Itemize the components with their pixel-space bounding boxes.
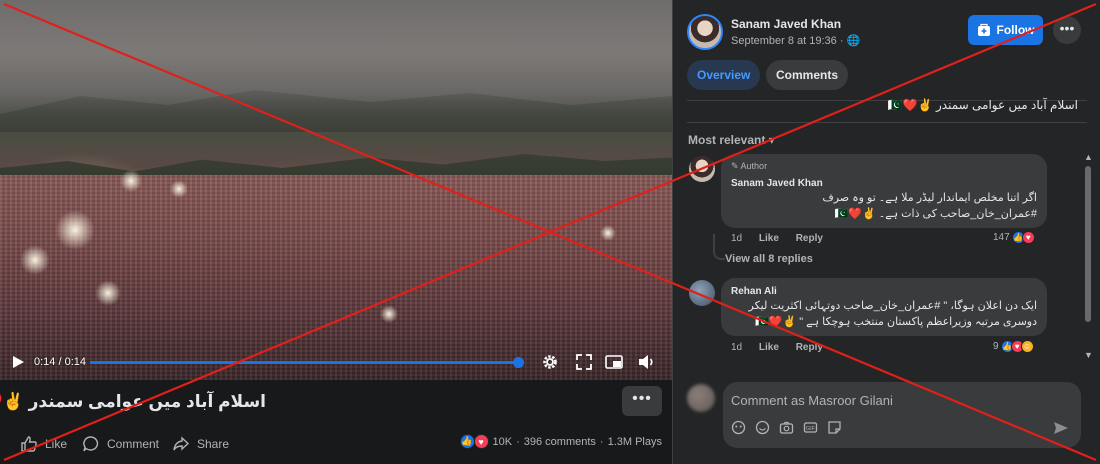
emoji-icon[interactable]: [755, 420, 770, 435]
current-user-avatar: [687, 384, 715, 412]
video-scene-light: [120, 170, 142, 192]
like-reaction-icon: 👍: [459, 434, 475, 449]
svg-text:GIF: GIF: [806, 426, 816, 432]
tab-comments[interactable]: Comments: [766, 60, 849, 90]
comment-line: اگر اتنا مخلص ایماندار لیڈر ملا ہے۔ تو و…: [822, 192, 1037, 204]
comment-like-button[interactable]: Like: [759, 342, 779, 353]
video-scene-light: [380, 305, 398, 323]
comment-bubble: ✎ Author Sanam Javed Khan اگر اتنا مخلص …: [721, 154, 1047, 228]
gif-icon[interactable]: GIF: [803, 420, 818, 435]
comment-time[interactable]: 1d: [731, 233, 742, 244]
video-time: 0:14 / 0:14: [34, 356, 86, 368]
comment-line: دوسری مرتبہ وزیراعظم پاکستان منتخب ہوچکا…: [755, 316, 1037, 328]
view-replies-link[interactable]: View all 8 replies: [725, 253, 813, 265]
comment-text: اگر اتنا مخلص ایماندار لیڈر ملا ہے۔ تو و…: [737, 190, 1037, 222]
divider: [687, 122, 1087, 123]
post-text: اسلام آباد میں عوامی سمندر ✌️❤️🇵🇰: [887, 98, 1078, 112]
picture-in-picture-icon[interactable]: [604, 352, 624, 372]
tab-overview[interactable]: Overview: [687, 60, 761, 90]
video-scene-light: [55, 210, 95, 250]
comment-actions: 1d Like Reply: [731, 342, 837, 353]
share-label: Share: [197, 437, 230, 451]
comment-author[interactable]: Rehan Ali: [731, 286, 777, 297]
play-icon[interactable]: [10, 354, 26, 370]
video-caption: اسلام آباد میں عوامی سمندر ✌️♥️PK: [0, 392, 266, 411]
comment-bubble-icon: [83, 436, 99, 452]
follow-page-icon: [977, 23, 990, 36]
comment-sort-select[interactable]: Most relevant ▾: [688, 133, 775, 147]
author-badge: ✎ Author: [731, 161, 768, 171]
send-icon[interactable]: [1053, 420, 1069, 436]
video-player[interactable]: 0:14 / 0:14: [0, 0, 672, 380]
follow-label: Follow: [996, 23, 1035, 37]
fullscreen-icon[interactable]: [574, 352, 594, 372]
reply-thread-line: [713, 234, 725, 260]
follow-button[interactable]: Follow: [968, 15, 1043, 45]
video-scene-hills: [0, 90, 672, 132]
video-more-button[interactable]: •••: [622, 386, 662, 416]
share-arrow-icon: [173, 436, 190, 451]
comment-reaction-count: 9: [993, 341, 999, 352]
comments-scrollbar[interactable]: ▲ ▼: [1082, 152, 1094, 364]
comment-composer: GIF: [723, 382, 1081, 448]
comments-list[interactable]: ✎ Author Sanam Javed Khan اگر اتنا مخلص …: [673, 150, 1083, 365]
haha-reaction-icon: ☺: [1020, 340, 1034, 353]
love-reaction-icon: ♥: [473, 434, 489, 449]
video-progress-bar[interactable]: [90, 357, 524, 368]
post-action-row: Like Comment Share 👍 ♥ 10K · 396 comment…: [0, 424, 672, 464]
comment-line: ایک دن اعلان ہوگا، " #عمران_خان_صاحب دوت…: [748, 300, 1037, 312]
post-more-button[interactable]: •••: [1053, 16, 1081, 44]
avatar-sticker-icon[interactable]: [731, 420, 746, 435]
video-progress-handle[interactable]: [513, 357, 524, 368]
comment-count[interactable]: 396 comments: [524, 436, 596, 448]
stats-separator: ·: [599, 435, 604, 448]
camera-icon[interactable]: [779, 420, 794, 435]
scroll-down-icon[interactable]: ▼: [1084, 350, 1093, 360]
like-button[interactable]: Like: [20, 434, 67, 454]
comment-bubble: Rehan Ali ایک دن اعلان ہوگا، " #عمران_خا…: [721, 278, 1047, 336]
comment-reactions[interactable]: 9 👍 ♥ ☺: [993, 340, 1034, 353]
like-label: Like: [45, 437, 68, 451]
reaction-count[interactable]: 10K: [493, 436, 513, 448]
sticker-icon[interactable]: [827, 420, 842, 435]
video-scene-crowd: [0, 175, 672, 380]
video-progress-fill: [90, 361, 518, 364]
comment-time[interactable]: 1d: [731, 342, 742, 353]
comment-like-button[interactable]: Like: [759, 233, 779, 244]
comment-author[interactable]: Sanam Javed Khan: [731, 178, 823, 189]
thumbs-up-icon: [21, 436, 37, 452]
love-reaction-icon: ♥: [1021, 231, 1035, 244]
scroll-up-icon[interactable]: ▲: [1084, 152, 1093, 162]
comment-input[interactable]: [731, 390, 1031, 410]
play-count: 1.3M Plays: [607, 435, 662, 448]
share-button[interactable]: Share: [172, 434, 229, 454]
settings-gear-icon[interactable]: [540, 352, 560, 372]
author-name[interactable]: Sanam Javed Khan: [731, 17, 841, 31]
video-panel: 0:14 / 0:14 اسلام آباد میں عوامی سمندر ✌…: [0, 0, 672, 464]
comment-button[interactable]: Comment: [82, 434, 159, 454]
comment-reaction-count: 147: [993, 232, 1010, 243]
post-stats: 👍 ♥ 10K · 396 comments · 1.3M Plays: [459, 434, 662, 449]
comment-avatar[interactable]: [689, 280, 715, 306]
video-scene-light: [600, 225, 616, 241]
stats-separator: ·: [516, 435, 520, 448]
comment-text: ایک دن اعلان ہوگا، " #عمران_خان_صاحب دوت…: [727, 298, 1037, 330]
comment-reply-button[interactable]: Reply: [796, 233, 823, 244]
comment-line: #عمران_خان_صاحب کی ذات ہے۔ ✌️❤️🇵🇰: [834, 208, 1037, 220]
comment-avatar[interactable]: [689, 156, 715, 182]
video-scene-light: [20, 245, 50, 275]
scrollbar-thumb[interactable]: [1085, 166, 1091, 322]
comment-reactions[interactable]: 147 👍 ♥: [993, 231, 1035, 244]
video-scene-light: [170, 180, 188, 198]
post-timestamp[interactable]: September 8 at 19:36 · 🌐: [731, 34, 860, 47]
comment-label: Comment: [107, 437, 160, 451]
author-avatar[interactable]: [687, 14, 723, 50]
volume-icon[interactable]: [636, 352, 656, 372]
video-caption-row: اسلام آباد میں عوامی سمندر ✌️♥️PK •••: [0, 380, 672, 424]
comment-reply-button[interactable]: Reply: [796, 342, 823, 353]
post-panel: Sanam Javed Khan September 8 at 19:36 · …: [672, 0, 1100, 464]
video-scene-light: [95, 280, 121, 306]
comment-actions: 1d Like Reply: [731, 233, 837, 244]
